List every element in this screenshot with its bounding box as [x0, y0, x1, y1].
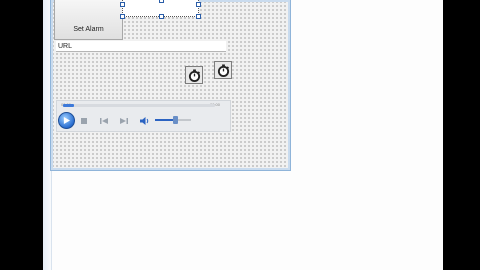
seek-bar[interactable]: [63, 104, 215, 107]
previous-icon: [99, 117, 108, 124]
selected-textbox-control[interactable]: [120, 0, 201, 19]
play-button[interactable]: [58, 112, 75, 129]
resize-handle[interactable]: [196, 14, 201, 19]
stop-button[interactable]: [79, 116, 88, 125]
set-alarm-button[interactable]: Set Alarm: [54, 0, 123, 40]
resize-handle[interactable]: [120, 14, 125, 19]
set-alarm-label: Set Alarm: [73, 26, 104, 33]
volume-slider[interactable]: [155, 116, 191, 124]
volume-level: [155, 119, 175, 121]
stopwatch-icon: [217, 63, 229, 77]
speaker-icon: [139, 116, 148, 125]
media-player-control[interactable]: 00:00 00:00: [56, 100, 231, 132]
screen: Set Alarm URL 00:00 00:00: [0, 0, 480, 270]
stopwatch-icon: [188, 68, 200, 82]
mute-button[interactable]: [139, 116, 150, 125]
previous-button[interactable]: [99, 116, 108, 125]
seek-progress: [63, 104, 74, 107]
next-button[interactable]: [119, 116, 128, 125]
resize-handle[interactable]: [120, 2, 125, 7]
volume-thumb[interactable]: [172, 116, 178, 124]
url-field[interactable]: URL: [56, 41, 226, 52]
resize-handle[interactable]: [196, 2, 201, 7]
alarm-button-1[interactable]: [185, 66, 203, 84]
resize-handle[interactable]: [159, 0, 164, 3]
play-icon: [63, 117, 70, 124]
url-label: URL: [58, 43, 73, 50]
next-icon: [119, 117, 128, 124]
resize-handle[interactable]: [159, 14, 164, 19]
alarm-button-2[interactable]: [214, 61, 232, 79]
stop-icon: [80, 117, 87, 124]
